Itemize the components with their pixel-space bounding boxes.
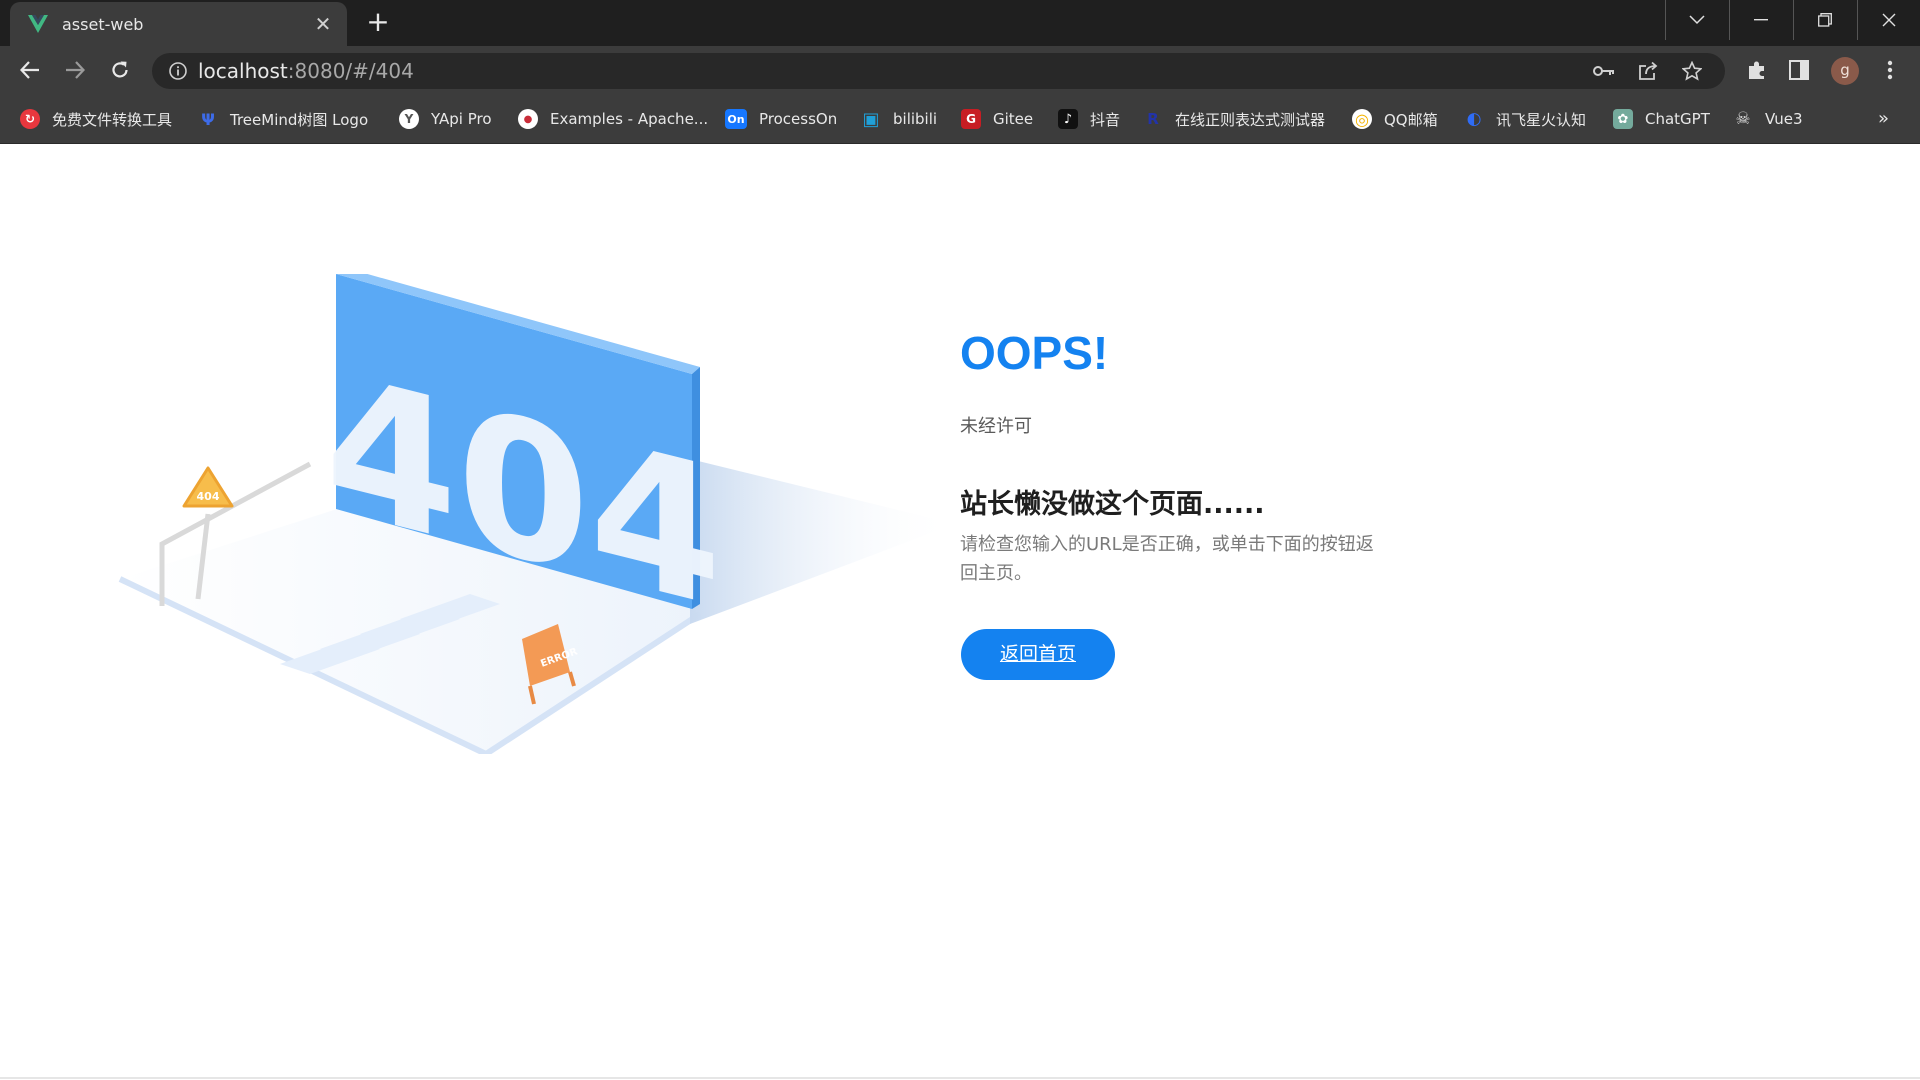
url-path: :8080/#/404 [287, 59, 414, 83]
convert-icon: ↻ [20, 109, 40, 129]
back-home-button[interactable]: 返回首页 [961, 629, 1115, 680]
tab-close-button[interactable]: ✕ [311, 12, 335, 36]
forward-button[interactable] [59, 54, 91, 86]
bottom-divider [0, 1077, 1920, 1079]
star-icon[interactable] [1680, 59, 1704, 83]
key-icon[interactable] [1592, 59, 1616, 83]
forward-icon [66, 61, 85, 79]
bookmark-label: Examples - Apache... [550, 110, 709, 128]
reload-icon [112, 61, 128, 78]
bookmark-label: 免费文件转换工具 [52, 110, 173, 129]
bookmark-item[interactable]: ▣ bilibili [861, 106, 937, 132]
bookmark-item[interactable]: ✿ ChatGPT [1613, 106, 1710, 132]
close-window-button[interactable] [1857, 0, 1920, 40]
xunfei-icon: ◐ [1466, 109, 1482, 129]
url-text[interactable]: localhost:8080/#/404 [198, 53, 414, 89]
bookmark-label: TreeMind树图 Logo [230, 110, 369, 129]
bookmarks-bar: ↻ 免费文件转换工具 Ψ TreeMind树图 Logo Y YApi Pro … [0, 94, 1920, 144]
bookmark-item[interactable]: ♪ 抖音 [1058, 106, 1120, 132]
chevron-down-icon [1689, 15, 1705, 25]
page-title: OOPS! [960, 327, 1109, 379]
douyin-icon: ♪ [1058, 109, 1078, 129]
warning-sign-text: 404 [197, 490, 220, 503]
bookmarks-overflow-button[interactable]: » [1878, 106, 1889, 132]
new-tab-button[interactable]: + [364, 8, 392, 37]
side-panel-icon[interactable] [1786, 57, 1812, 83]
qqmail-icon: ◎ [1352, 109, 1372, 129]
page-content: 404 404 ERROR OOPS! 未经许可 站长懒没做这个页面......… [0, 144, 1920, 1080]
regex-icon: R [1147, 110, 1159, 128]
treemind-icon: Ψ [201, 109, 215, 129]
vue-icon [28, 14, 48, 34]
light-beam [690, 459, 955, 624]
bookmark-label: Gitee [993, 110, 1034, 128]
bookmark-label: Vue3 [1765, 110, 1803, 128]
apache-icon: ● [518, 109, 538, 129]
browser-toolbar: localhost:8080/#/404 g [0, 46, 1920, 94]
bookmark-label: 在线正则表达式测试器 [1175, 110, 1326, 129]
restore-button[interactable] [1793, 0, 1857, 40]
bookmark-label: ChatGPT [1645, 110, 1710, 128]
bookmark-item[interactable]: ◐ 讯飞星火认知 [1464, 106, 1586, 132]
back-icon [20, 61, 39, 79]
share-icon[interactable] [1636, 59, 1660, 83]
bilibili-icon: ▣ [862, 108, 880, 130]
bookmark-item[interactable]: ◎ QQ邮箱 [1352, 106, 1438, 132]
chatgpt-icon: ✿ [1613, 109, 1633, 129]
tab-search-button[interactable] [1665, 0, 1729, 40]
info-icon[interactable] [168, 61, 188, 81]
close-icon [1882, 13, 1896, 27]
bookmark-label: 抖音 [1090, 110, 1121, 129]
404-illustration: 404 404 ERROR [118, 274, 955, 754]
minimize-button[interactable] [1729, 0, 1793, 40]
extensions-icon[interactable] [1744, 57, 1770, 83]
tab-title: asset-web [62, 14, 144, 34]
bookmark-item[interactable]: Ψ TreeMind树图 Logo [198, 106, 368, 132]
profile-avatar[interactable]: g [1831, 57, 1859, 85]
bookmark-item[interactable]: G Gitee [961, 106, 1033, 132]
minimize-icon [1754, 19, 1768, 21]
page-headline: 站长懒没做这个页面...... [960, 489, 1265, 520]
bookmark-label: 讯飞星火认知 [1496, 110, 1587, 129]
processon-icon: On [725, 109, 747, 129]
bookmark-item[interactable]: ☠ Vue3 [1733, 106, 1803, 132]
gitee-icon: G [961, 109, 981, 129]
address-bar[interactable]: localhost:8080/#/404 [152, 53, 1725, 89]
page-description: 请检查您输入的URL是否正确，或单击下面的按钮返回主页。 [960, 534, 1374, 584]
tab-asset-web[interactable]: asset-web ✕ [10, 2, 347, 46]
bookmark-label: bilibili [893, 110, 938, 128]
reload-button[interactable] [104, 54, 136, 86]
restore-icon [1818, 13, 1832, 27]
url-host: localhost [198, 59, 288, 83]
bookmark-item[interactable]: Y YApi Pro [399, 106, 492, 132]
bookmark-item[interactable]: ● Examples - Apache... [518, 106, 708, 132]
bookmark-label: ProcessOn [759, 110, 838, 128]
bookmark-item[interactable]: R 在线正则表达式测试器 [1143, 106, 1325, 132]
tab-strip: asset-web ✕ + [0, 0, 1920, 46]
vue3-icon: ☠ [1735, 109, 1751, 129]
bookmark-label: YApi Pro [431, 110, 492, 128]
bookmark-item[interactable]: ↻ 免费文件转换工具 [20, 106, 172, 132]
back-button[interactable] [14, 54, 46, 86]
page-subtitle: 未经许可 [960, 416, 1032, 437]
menu-icon[interactable] [1877, 57, 1903, 83]
yapi-icon: Y [399, 109, 419, 129]
bookmark-item[interactable]: On ProcessOn [725, 106, 837, 132]
bookmark-label: QQ邮箱 [1384, 110, 1438, 129]
